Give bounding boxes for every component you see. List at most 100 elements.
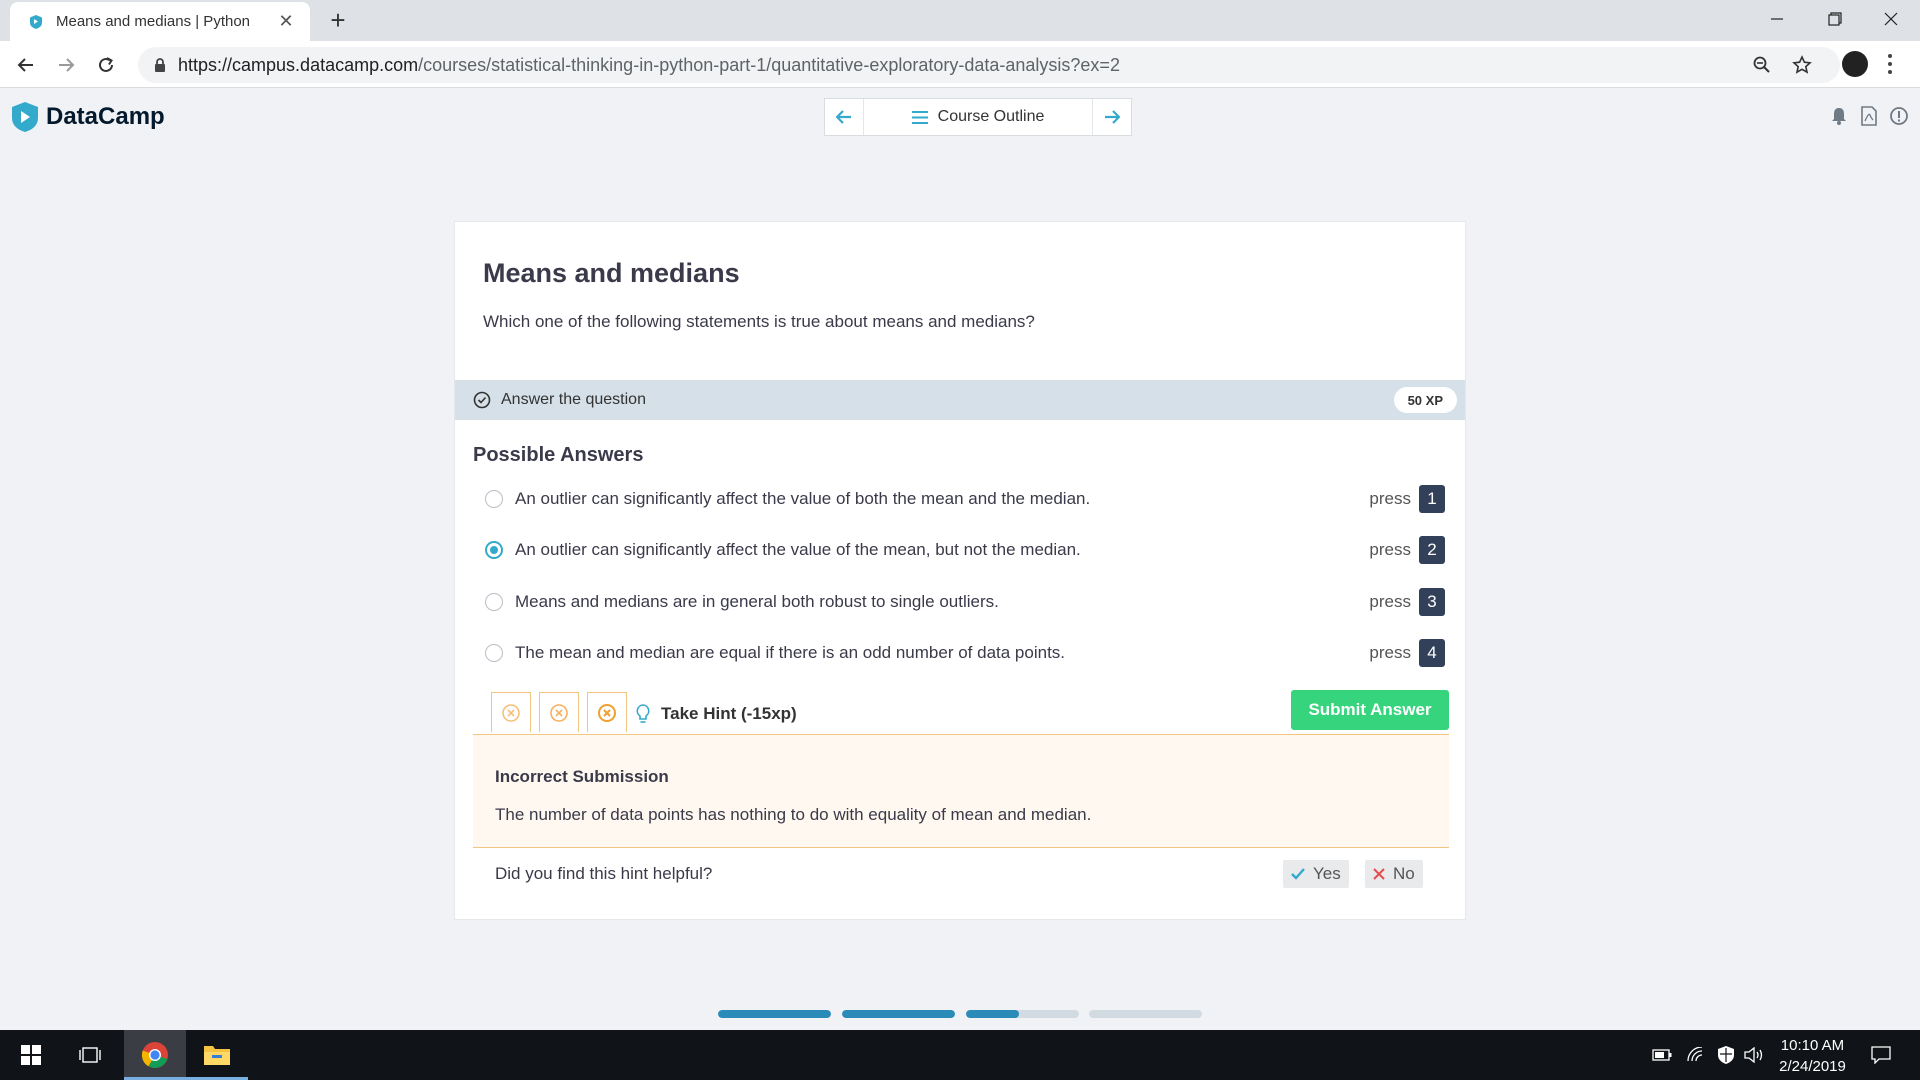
radio-button[interactable]	[485, 644, 503, 662]
notification-bell-icon[interactable]	[1828, 105, 1850, 127]
url-host: https://campus.datacamp.com	[178, 54, 419, 75]
task-bar: Answer the question 50 XP	[455, 380, 1465, 420]
tab-title: Means and medians | Python	[56, 13, 251, 30]
answer-text: An outlier can significantly affect the …	[515, 489, 1091, 508]
hint-helpful-question: Did you find this hint helpful?	[495, 864, 713, 883]
answer-option-2[interactable]: An outlier can significantly affect the …	[485, 533, 1445, 567]
attempt-failed-icon	[491, 692, 531, 732]
hint-helpful-no-button[interactable]: No	[1365, 860, 1423, 888]
minimize-icon[interactable]	[1748, 0, 1806, 38]
battery-icon[interactable]	[1650, 1030, 1674, 1080]
chrome-taskbar-button[interactable]	[124, 1030, 186, 1080]
no-label: No	[1393, 864, 1415, 883]
folder-icon	[204, 1046, 230, 1065]
take-hint-label: Take Hint (-15xp)	[661, 704, 797, 723]
task-label: Answer the question	[501, 391, 646, 408]
check-circle-icon	[473, 391, 491, 409]
taskbar-clock[interactable]: 10:10 AM 2/24/2019	[1770, 1035, 1855, 1077]
course-outline-button[interactable]: Course Outline	[863, 99, 1093, 135]
url-text: https://campus.datacamp.com/courses/stat…	[178, 55, 1120, 76]
press-label: press	[1369, 643, 1411, 662]
yes-label: Yes	[1313, 864, 1341, 883]
arrow-left-icon	[836, 110, 851, 124]
file-explorer-taskbar-button[interactable]	[186, 1030, 248, 1080]
bookmark-star-icon[interactable]	[1788, 51, 1816, 79]
lightbulb-icon	[635, 704, 651, 724]
progress-segment-1	[718, 1010, 831, 1018]
app-header: DataCamp Course Outline	[0, 89, 1920, 147]
xp-badge: 50 XP	[1393, 387, 1457, 413]
browser-tab-strip: Means and medians | Python ✕ +	[0, 0, 1920, 41]
answer-option-1[interactable]: An outlier can significantly affect the …	[485, 482, 1445, 516]
browser-menu-icon[interactable]	[1884, 52, 1896, 76]
tab-close-icon[interactable]: ✕	[276, 11, 296, 32]
radio-button-selected[interactable]	[485, 541, 503, 559]
window-close-icon[interactable]	[1862, 0, 1920, 38]
restore-icon[interactable]	[1806, 0, 1864, 38]
radio-button[interactable]	[485, 593, 503, 611]
previous-exercise-button[interactable]	[825, 99, 863, 135]
take-hint-button[interactable]: Take Hint (-15xp)	[635, 704, 797, 724]
url-path: /courses/statistical-thinking-in-python-…	[418, 54, 1120, 75]
menu-icon	[911, 110, 928, 124]
attempt-failed-icon	[587, 692, 627, 732]
progress-segment-4	[1089, 1010, 1202, 1018]
hint-helpful-yes-button[interactable]: Yes	[1283, 860, 1349, 888]
shortcut-key: 1	[1419, 485, 1445, 513]
answer-option-3[interactable]: Means and medians are in general both ro…	[485, 585, 1445, 619]
volume-icon[interactable]	[1742, 1030, 1766, 1080]
lock-icon	[154, 58, 166, 72]
pdf-slides-icon[interactable]	[1858, 105, 1880, 127]
report-issue-icon[interactable]	[1888, 105, 1910, 127]
answers-title: Possible Answers	[473, 444, 644, 466]
action-center-icon[interactable]	[1864, 1030, 1898, 1080]
press-label: press	[1369, 592, 1411, 611]
answer-text: The mean and median are equal if there i…	[515, 643, 1066, 662]
exercise-title: Means and medians	[483, 258, 740, 288]
datacamp-favicon-icon	[28, 14, 44, 30]
zoom-icon[interactable]	[1748, 51, 1776, 79]
back-arrow-icon[interactable]	[12, 51, 40, 79]
shortcut-key: 4	[1419, 639, 1445, 667]
reload-icon[interactable]	[92, 51, 120, 79]
address-bar[interactable]: https://campus.datacamp.com/courses/stat…	[138, 47, 1840, 83]
exercise-card: Means and medians Which one of the follo…	[454, 221, 1466, 920]
datacamp-logo[interactable]: DataCamp	[10, 101, 165, 133]
attempt-failed-icon	[539, 692, 579, 732]
feedback-title: Incorrect Submission	[495, 767, 669, 786]
press-label: press	[1369, 489, 1411, 508]
new-tab-icon[interactable]: +	[322, 4, 354, 36]
browser-toolbar: https://campus.datacamp.com/courses/stat…	[0, 41, 1920, 88]
progress-segment-2	[842, 1010, 955, 1018]
chrome-icon	[141, 1042, 168, 1069]
answer-text: Means and medians are in general both ro…	[515, 592, 999, 611]
windows-start-icon[interactable]	[12, 1030, 50, 1080]
checkmark-icon	[1291, 868, 1305, 880]
profile-avatar[interactable]	[1842, 51, 1868, 77]
answer-text: An outlier can significantly affect the …	[515, 540, 1081, 559]
next-exercise-button[interactable]	[1093, 99, 1131, 135]
submit-answer-button[interactable]: Submit Answer	[1291, 690, 1449, 730]
course-navigation: Course Outline	[824, 98, 1132, 136]
progress-fill	[966, 1010, 1020, 1018]
shortcut-key: 2	[1419, 536, 1445, 564]
task-view-icon[interactable]	[70, 1030, 110, 1080]
progress-fill	[842, 1010, 955, 1018]
course-outline-label: Course Outline	[937, 108, 1045, 125]
clock-date: 2/24/2019	[1779, 1058, 1846, 1075]
security-shield-icon[interactable]	[1714, 1030, 1738, 1080]
cross-icon	[1373, 868, 1385, 880]
radio-button[interactable]	[485, 490, 503, 508]
brand-name: DataCamp	[46, 103, 165, 130]
shortcut-key: 3	[1419, 588, 1445, 616]
clock-time: 10:10 AM	[1780, 1037, 1845, 1054]
press-label: press	[1369, 540, 1411, 559]
wifi-icon[interactable]	[1684, 1030, 1708, 1080]
forward-arrow-icon[interactable]	[52, 51, 80, 79]
feedback-panel: Incorrect Submission The number of data …	[473, 734, 1449, 848]
browser-tab[interactable]: Means and medians | Python ✕	[10, 2, 310, 41]
progress-segment-3	[966, 1010, 1079, 1018]
arrow-right-icon	[1105, 110, 1120, 124]
answer-option-4[interactable]: The mean and median are equal if there i…	[485, 636, 1445, 670]
feedback-text: The number of data points has nothing to…	[495, 805, 1092, 824]
